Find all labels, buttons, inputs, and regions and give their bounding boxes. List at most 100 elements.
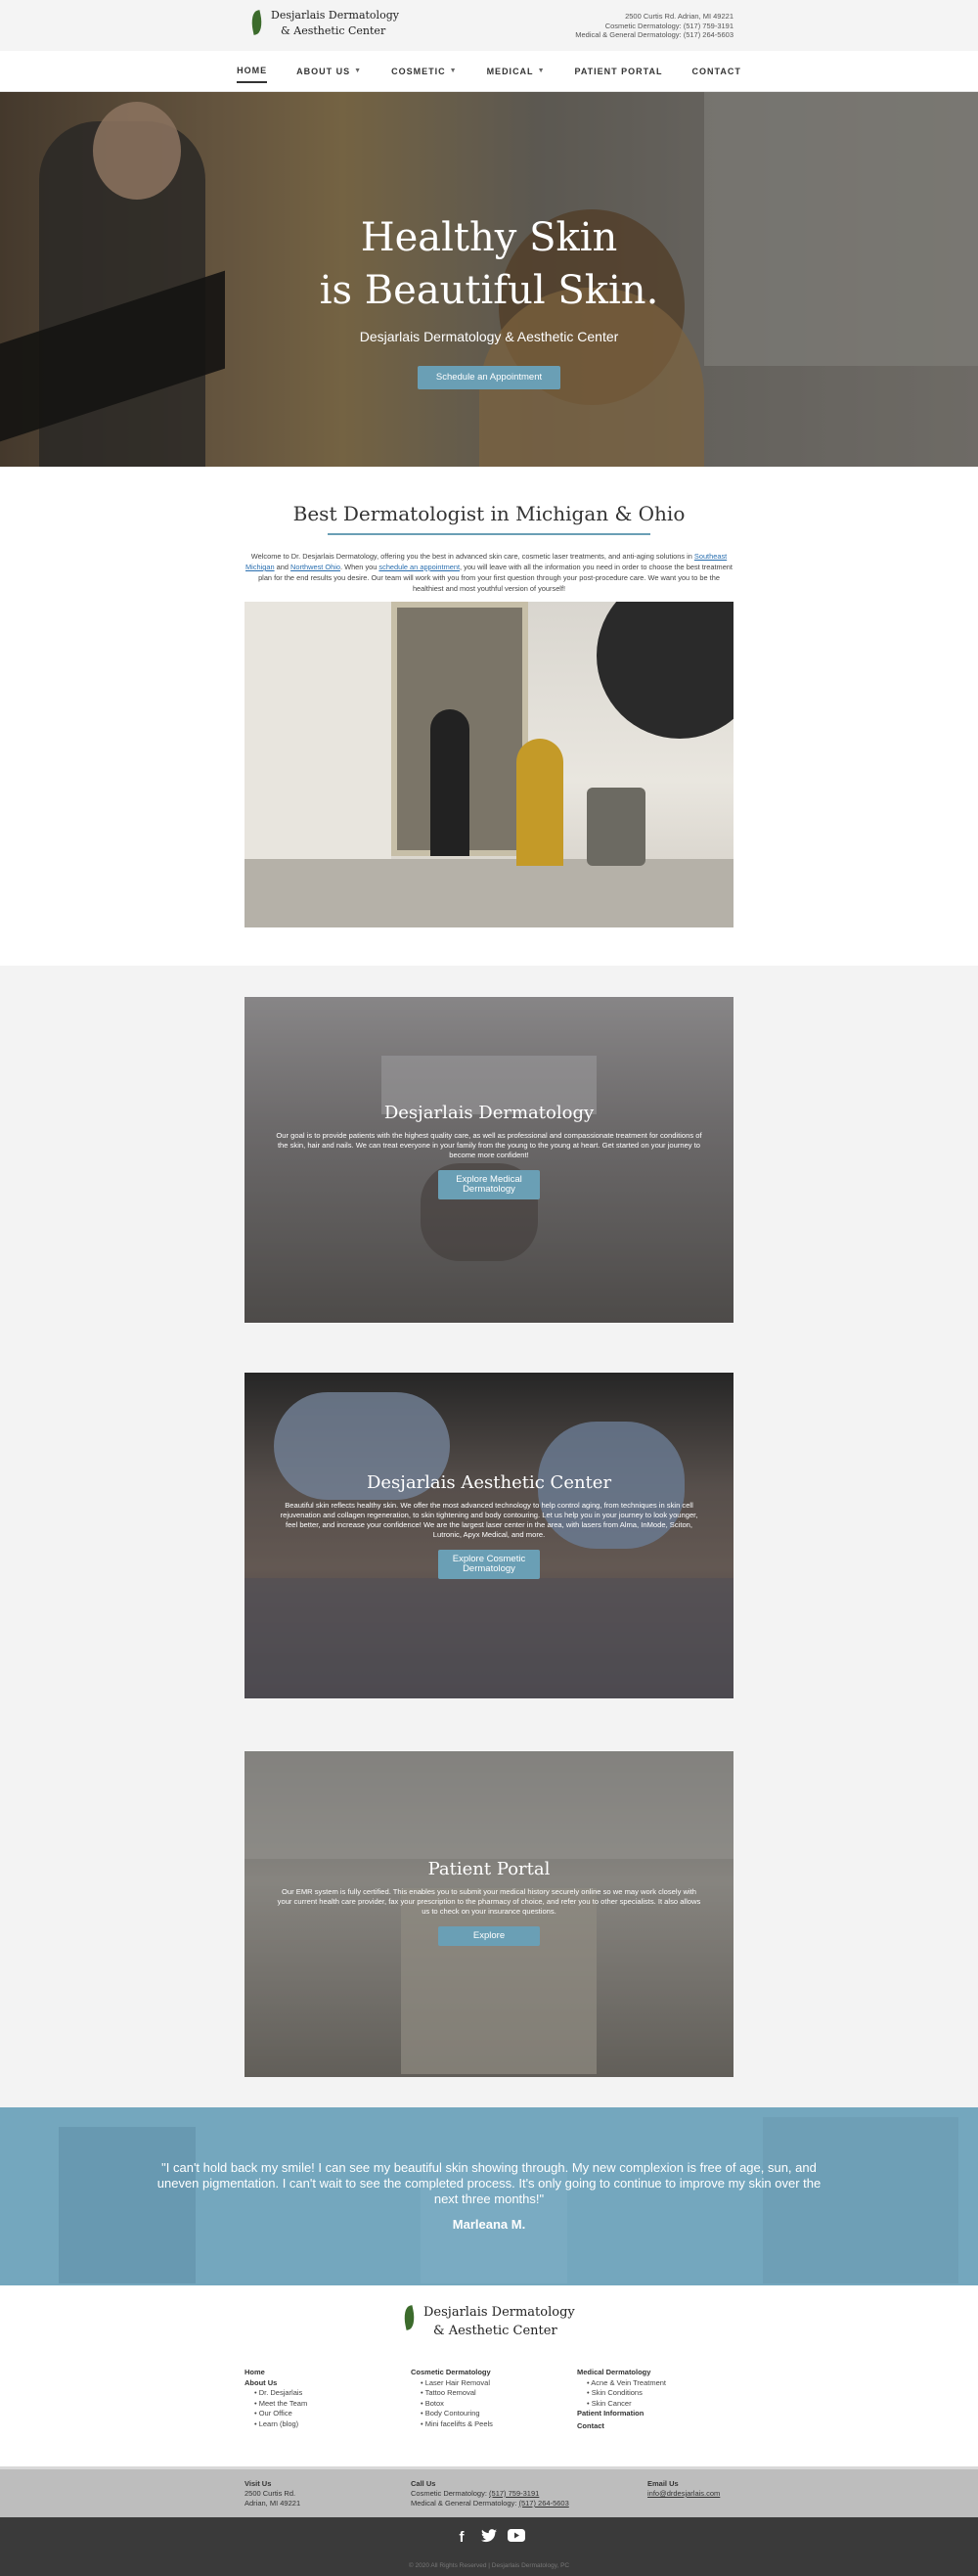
nav-cosmetic-label: COSMETIC — [391, 66, 446, 76]
facebook-icon[interactable]: f — [453, 2529, 470, 2547]
intro-text-a: Welcome to Dr. Desjarlais Dermatology, o… — [250, 552, 694, 561]
card-title: Patient Portal — [427, 1859, 551, 1879]
footer-link[interactable]: Laser Hair Removal — [411, 2378, 493, 2389]
footer-link[interactable]: Dr. Desjarlais — [244, 2388, 307, 2399]
explore-cosmetic-button[interactable]: Explore Cosmetic Dermatology — [438, 1550, 540, 1579]
footer-link-cosmetic[interactable]: Cosmetic Dermatology — [411, 2368, 493, 2378]
intro-text-c: . When you — [339, 563, 379, 571]
footer: Desjarlais Dermatology & Aesthetic Cente… — [0, 2285, 978, 2466]
header-contact: 2500 Curtis Rd. Adrian, MI 49221 Cosmeti… — [575, 12, 734, 40]
footer-link[interactable]: Acne & Vein Treatment — [577, 2378, 666, 2389]
footer-link[interactable]: Mini facelifts & Peels — [411, 2419, 493, 2430]
footer-link[interactable]: Skin Conditions — [577, 2388, 666, 2399]
button-line2: Dermatology — [463, 1184, 515, 1195]
footer-link[interactable]: Botox — [411, 2399, 493, 2410]
hero-title: Healthy Skin is Beautiful Skin. — [0, 211, 978, 317]
card-text: Our EMR system is fully certified. This … — [277, 1887, 701, 1916]
visit-heading: Visit Us — [244, 2479, 272, 2488]
header-address: 2500 Curtis Rd. Adrian, MI 49221 — [625, 12, 734, 21]
site-logo[interactable]: Desjarlais Dermatology & Aesthetic Cente… — [251, 8, 399, 39]
footer-col-about: Home About Us Dr. Desjarlais Meet the Te… — [244, 2368, 307, 2429]
explore-medical-button[interactable]: Explore Medical Dermatology — [438, 1170, 540, 1199]
youtube-icon[interactable] — [508, 2529, 525, 2547]
photo-doctor — [430, 709, 469, 856]
footer-link-about[interactable]: About Us — [244, 2378, 307, 2389]
photo-patient — [516, 739, 563, 866]
patient-portal-card: Patient Portal Our EMR system is fully c… — [244, 1751, 734, 2077]
testimonial-section: "I can't hold back my smile! I can see m… — [0, 2107, 978, 2285]
schedule-appointment-link[interactable]: schedule an appointment — [378, 563, 460, 571]
footer-link[interactable]: Meet the Team — [244, 2399, 307, 2410]
social-bar: f © 2020 All Rights Reserved | Desjarlai… — [0, 2517, 978, 2576]
explore-portal-button[interactable]: Explore — [438, 1926, 540, 1946]
card-text: Beautiful skin reflects healthy skin. We… — [280, 1501, 698, 1539]
email-heading: Email Us — [647, 2479, 679, 2488]
footer-link-contact[interactable]: Contact — [577, 2421, 666, 2432]
footer-col-medical: Medical Dermatology Acne & Vein Treatmen… — [577, 2368, 666, 2431]
testimonial-quote: "I can't hold back my smile! I can see m… — [156, 2160, 822, 2206]
nav-contact-label: CONTACT — [691, 66, 741, 76]
intro-section: Best Dermatologist in Michigan & Ohio We… — [0, 467, 978, 966]
intro-text: Welcome to Dr. Desjarlais Dermatology, o… — [244, 551, 734, 594]
footer-logo-line2: & Aesthetic Center — [433, 2324, 557, 2338]
photo-exam-lamp — [597, 602, 734, 739]
nav-medical-label: MEDICAL — [486, 66, 534, 76]
footer-contact-bar: Visit Us 2500 Curtis Rd. Adrian, MI 4922… — [0, 2466, 978, 2517]
leaf-logo-icon — [404, 2304, 418, 2339]
footer-logo-line1: Desjarlais Dermatology — [423, 2305, 575, 2320]
footer-link[interactable]: Tattoo Removal — [411, 2388, 493, 2399]
aesthetic-center-card: Desjarlais Aesthetic Center Beautiful sk… — [244, 1373, 734, 1698]
nav-home[interactable]: HOME — [237, 60, 268, 83]
hero-title-line1: Healthy Skin — [360, 215, 618, 260]
footer-link[interactable]: Body Contouring — [411, 2409, 493, 2419]
card-title: Desjarlais Aesthetic Center — [366, 1472, 612, 1493]
schedule-appointment-button[interactable]: Schedule an Appointment — [418, 366, 560, 389]
header-cosmetic-phone[interactable]: Cosmetic Dermatology: (517) 759-3191 — [575, 22, 734, 31]
nav-patient-portal[interactable]: PATIENT PORTAL — [575, 61, 663, 82]
photo-chair — [587, 788, 645, 866]
intro-text-b: and — [274, 563, 291, 571]
copyright: © 2020 All Rights Reserved | Desjarlais … — [408, 2562, 570, 2569]
nav-portal-label: PATIENT PORTAL — [574, 66, 663, 76]
nav-home-label: HOME — [237, 65, 268, 75]
hero-title-line2: is Beautiful Skin. — [319, 268, 659, 313]
email-link[interactable]: info@drdesjarlais.com — [647, 2489, 720, 2499]
footer-link-home[interactable]: Home — [244, 2368, 307, 2378]
top-header: Desjarlais Dermatology & Aesthetic Cente… — [0, 0, 978, 51]
chevron-down-icon: ▼ — [449, 68, 458, 74]
nav-about-us[interactable]: ABOUT US ▼ — [296, 61, 362, 82]
cosmetic-phone-link[interactable]: (517) 759-3191 — [489, 2489, 539, 2498]
call-heading: Call Us — [411, 2479, 436, 2488]
nav-medical[interactable]: MEDICAL ▼ — [487, 61, 546, 82]
hero-subtitle: Desjarlais Dermatology & Aesthetic Cente… — [359, 329, 619, 344]
nav-contact[interactable]: CONTACT — [692, 61, 741, 82]
visit-us: Visit Us 2500 Curtis Rd. Adrian, MI 4922… — [244, 2479, 300, 2508]
call-us: Call Us Cosmetic Dermatology: (517) 759-… — [411, 2479, 569, 2508]
button-line2: Dermatology — [463, 1563, 515, 1574]
intro-heading: Best Dermatologist in Michigan & Ohio — [292, 502, 686, 525]
header-medical-phone[interactable]: Medical & General Dermatology: (517) 264… — [575, 30, 734, 40]
office-photo — [244, 602, 734, 927]
footer-link-patient-info[interactable]: Patient Information — [577, 2409, 666, 2419]
twitter-icon[interactable] — [480, 2529, 498, 2547]
heading-underline — [328, 533, 650, 535]
chevron-down-icon: ▼ — [354, 68, 363, 74]
footer-link[interactable]: Learn (blog) — [244, 2419, 307, 2430]
footer-link-medical[interactable]: Medical Dermatology — [577, 2368, 666, 2378]
card-title: Desjarlais Dermatology — [383, 1103, 595, 1123]
northwest-ohio-link[interactable]: Northwest Ohio — [290, 563, 340, 571]
services-section: Desjarlais Dermatology Our goal is to pr… — [0, 966, 978, 2107]
footer-logo[interactable]: Desjarlais Dermatology & Aesthetic Cente… — [404, 2303, 575, 2340]
logo-line1: Desjarlais Dermatology — [271, 9, 399, 22]
medical-phone-link[interactable]: (517) 264-5603 — [518, 2499, 568, 2508]
card-text: Our goal is to provide patients with the… — [276, 1131, 702, 1159]
medical-dermatology-card: Desjarlais Dermatology Our goal is to pr… — [244, 997, 734, 1323]
footer-link[interactable]: Our Office — [244, 2409, 307, 2419]
chevron-down-icon: ▼ — [537, 68, 546, 74]
email-us: Email Us info@drdesjarlais.com — [647, 2479, 720, 2499]
call-cosmetic-label: Cosmetic Dermatology: — [411, 2489, 490, 2498]
leaf-logo-icon — [251, 9, 265, 38]
footer-link[interactable]: Skin Cancer — [577, 2399, 666, 2410]
visit-address-line1: 2500 Curtis Rd. — [244, 2489, 296, 2498]
nav-cosmetic[interactable]: COSMETIC ▼ — [391, 61, 457, 82]
